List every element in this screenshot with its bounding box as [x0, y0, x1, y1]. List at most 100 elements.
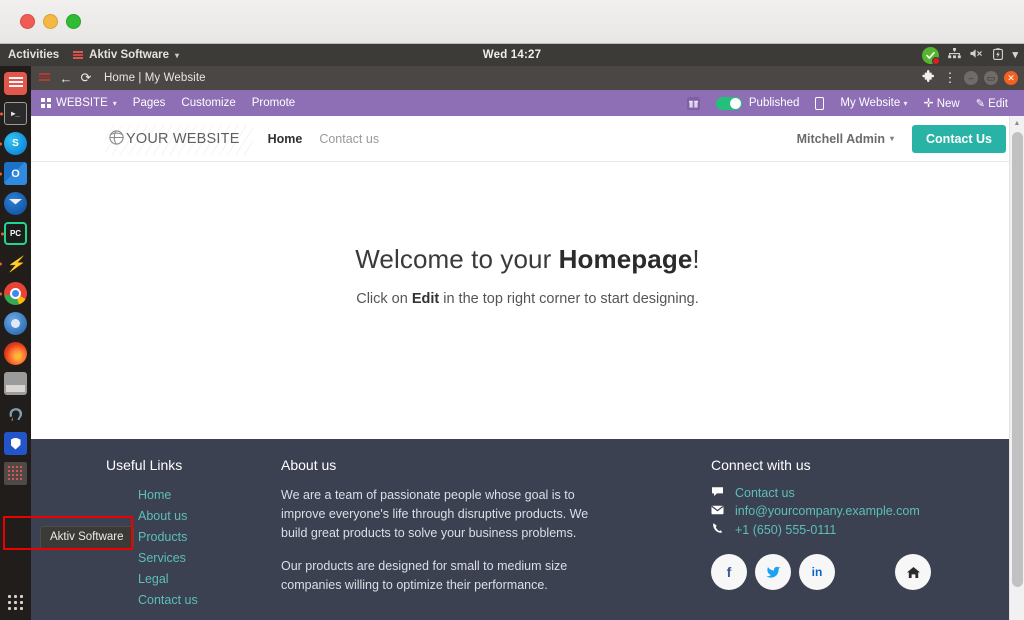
- dock-item-thunderbird[interactable]: [4, 192, 27, 215]
- hero-title-suffix: !: [692, 244, 700, 274]
- footer-link-contact-us[interactable]: Contact us: [138, 593, 198, 607]
- screenshot-root: Activities Aktiv Software ▾ Wed 14:27 ▾ …: [0, 0, 1024, 620]
- footer-about-heading: About us: [281, 457, 337, 473]
- browser-toolbar-right: ⋮ – ▭ ✕: [918, 70, 1020, 86]
- scroll-up-arrow-icon[interactable]: ▲: [1010, 116, 1024, 130]
- window-minimize-button[interactable]: [43, 14, 58, 29]
- dock-item-chrome[interactable]: [4, 282, 27, 305]
- extensions-icon[interactable]: [918, 70, 938, 86]
- twitter-icon[interactable]: [755, 554, 791, 590]
- website-app-menu[interactable]: WEBSITE ▾: [41, 97, 117, 109]
- footer-contact-us-link[interactable]: Contact us: [735, 486, 795, 500]
- site-footer: Useful Links Home About us Products Serv…: [31, 439, 1024, 620]
- back-button[interactable]: ←: [56, 71, 76, 86]
- battery-icon[interactable]: [993, 47, 1004, 63]
- chevron-down-icon: ▾: [112, 98, 117, 108]
- dock-item-terminal[interactable]: ▸_: [4, 102, 27, 125]
- contact-us-button[interactable]: Contact Us: [912, 124, 1006, 153]
- volume-muted-icon[interactable]: [970, 48, 984, 62]
- footer-connect-with-us: Connect with us Contact us info@yourcomp…: [711, 457, 996, 612]
- dock-item-aktiv-software[interactable]: [4, 462, 27, 485]
- browser-close-button[interactable]: ✕: [1004, 71, 1018, 85]
- grid-cell: [47, 104, 51, 108]
- pycharm-icon: PC: [9, 229, 22, 238]
- desktop: Activities Aktiv Software ▾ Wed 14:27 ▾ …: [0, 44, 1024, 620]
- check-glyph: [926, 51, 936, 59]
- user-menu[interactable]: Mitchell Admin ▾: [797, 132, 894, 146]
- favicon-icon: [39, 73, 50, 83]
- dock-item-files[interactable]: [4, 372, 27, 395]
- grid-cell: [41, 98, 45, 102]
- mobile-preview-icon[interactable]: [815, 96, 825, 110]
- browser-menu-button[interactable]: ⋮: [942, 70, 958, 86]
- nav-item-contact-us[interactable]: Contact us: [319, 132, 379, 146]
- footer-about-paragraph-2: Our products are designed for small to m…: [281, 559, 568, 592]
- phone-icon: [711, 522, 724, 537]
- dock-item-firefox[interactable]: [4, 342, 27, 365]
- clock[interactable]: Wed 14:27: [0, 49, 1024, 61]
- gift-icon[interactable]: [686, 96, 700, 110]
- footer-contact-list: Contact us info@yourcompany.example.com: [711, 486, 996, 537]
- hero-section: Welcome to your Homepage! Click on Edit …: [31, 162, 1024, 307]
- facebook-icon[interactable]: f: [711, 554, 747, 590]
- nav-item-home[interactable]: Home: [268, 132, 303, 146]
- new-button-label: New: [936, 98, 960, 110]
- scrollbar-thumb[interactable]: [1012, 132, 1023, 587]
- edit-button[interactable]: ✎ Edit: [976, 97, 1008, 110]
- odoo-website-bar: WEBSITE ▾ Pages Customize Promote Publis…: [31, 90, 1024, 116]
- system-tray: ▾: [922, 44, 1018, 66]
- home-icon[interactable]: [895, 554, 931, 590]
- linkedin-icon[interactable]: in: [799, 554, 835, 590]
- browser-minimize-button[interactable]: –: [964, 71, 978, 85]
- menu-customize[interactable]: Customize: [181, 97, 235, 109]
- grid-dot: [20, 607, 23, 610]
- menu-promote[interactable]: Promote: [252, 97, 295, 109]
- footer-link-services[interactable]: Services: [138, 551, 186, 565]
- dock-item-postgresql[interactable]: [4, 402, 27, 425]
- chat-icon: [711, 486, 724, 500]
- grid-dot: [8, 607, 11, 610]
- window-close-button[interactable]: [20, 14, 35, 29]
- dock-item-bitwarden[interactable]: [4, 432, 27, 455]
- window-maximize-button[interactable]: [66, 14, 81, 29]
- show-applications-button[interactable]: [4, 591, 27, 614]
- footer-link-legal[interactable]: Legal: [138, 572, 169, 586]
- apps-grid-icon: [41, 98, 51, 108]
- odoo-bar-right: Published My Website ▾ ✛ New ✎ Edit: [686, 96, 1024, 110]
- reload-button[interactable]: ⟳: [76, 70, 96, 86]
- network-icon[interactable]: [948, 48, 962, 62]
- grid-cell: [47, 98, 51, 102]
- page-scrollbar[interactable]: ▲: [1009, 116, 1024, 620]
- skype-icon: S: [12, 138, 19, 149]
- footer-link-home[interactable]: Home: [138, 488, 171, 502]
- website-app-label: WEBSITE: [56, 97, 108, 109]
- list-item: Products: [138, 528, 281, 546]
- footer-link-about-us[interactable]: About us: [138, 509, 187, 523]
- site-logo[interactable]: YOUR WEBSITE: [105, 124, 253, 155]
- publish-toggle[interactable]: Published: [715, 96, 799, 110]
- toggle-switch[interactable]: [715, 96, 742, 110]
- system-menu-caret-icon[interactable]: ▾: [1012, 49, 1018, 61]
- dock-item-odoo[interactable]: [4, 72, 27, 95]
- dock-item-sublime-text[interactable]: ⚡: [4, 252, 27, 275]
- dock-item-chromium[interactable]: [4, 312, 27, 335]
- dock-item-outlook[interactable]: O: [4, 162, 27, 185]
- menu-pages[interactable]: Pages: [133, 97, 166, 109]
- browser-maximize-button[interactable]: ▭: [984, 71, 998, 85]
- site-selector[interactable]: My Website ▾: [840, 97, 907, 109]
- gnome-top-bar: Activities Aktiv Software ▾ Wed 14:27 ▾: [0, 44, 1024, 66]
- grid-dot: [8, 595, 11, 598]
- hero-title-bold: Homepage: [558, 244, 693, 274]
- new-button[interactable]: ✛ New: [923, 96, 959, 110]
- footer-link-products[interactable]: Products: [138, 530, 187, 544]
- dock-item-skype[interactable]: S: [4, 132, 27, 155]
- footer-about-paragraph-1: We are a team of passionate people whose…: [281, 488, 589, 540]
- sync-check-icon[interactable]: [922, 46, 941, 65]
- footer-email-link[interactable]: info@yourcompany.example.com: [735, 504, 920, 518]
- footer-phone-link[interactable]: +1 (650) 555-0111: [735, 523, 836, 537]
- hero-subtitle: Click on Edit in the top right corner to…: [31, 291, 1024, 307]
- browser-window: ← ⟳ Home | My Website ⋮ – ▭ ✕ WEBSITE ▾ …: [31, 66, 1024, 620]
- dock-item-pycharm[interactable]: PC: [4, 222, 27, 245]
- site-logo-text: YOUR WEBSITE: [126, 130, 240, 147]
- odoo-icon: [8, 77, 23, 90]
